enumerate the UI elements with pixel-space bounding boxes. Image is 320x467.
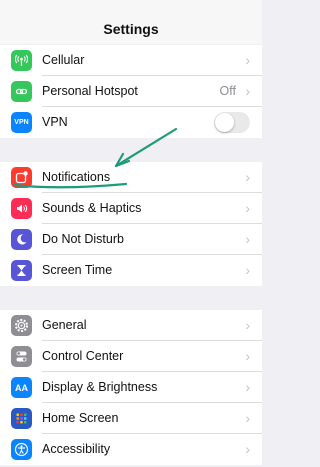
vpn-toggle[interactable] [214,112,250,133]
row-sounds-haptics[interactable]: Sounds & Haptics › [0,193,262,224]
hourglass-icon [11,260,32,281]
chevron-right-icon: › [245,348,250,364]
chevron-right-icon: › [245,169,250,185]
chevron-right-icon: › [245,317,250,333]
settings-group-notifications: Notifications › Sounds & Haptics › Do No… [0,162,262,286]
hotspot-icon [11,81,32,102]
row-label: Display & Brightness [42,380,158,394]
row-control-center[interactable]: Control Center › [0,341,262,372]
home-screen-icon [11,408,32,429]
row-label: Personal Hotspot [42,84,138,98]
row-accessibility[interactable]: Accessibility › [0,434,262,465]
display-icon-text: AA [15,382,28,393]
chevron-right-icon: › [245,83,250,99]
chevron-right-icon: › [245,52,250,68]
chevron-right-icon: › [245,262,250,278]
row-general[interactable]: General › [0,310,262,341]
gear-icon [11,315,32,336]
row-label: Notifications [42,170,111,184]
row-notifications[interactable]: Notifications › [0,162,262,193]
settings-group-connectivity: Cellular › Personal Hotspot Off › VPN VP… [0,45,262,138]
notifications-icon [11,167,32,188]
row-label: Accessibility [42,442,111,456]
row-personal-hotspot[interactable]: Personal Hotspot Off › [0,76,262,107]
row-label: Sounds & Haptics [42,201,142,215]
row-label: Do Not Disturb [42,232,124,246]
chevron-right-icon: › [245,441,250,457]
row-label: General [42,318,87,332]
row-label: Home Screen [42,411,119,425]
settings-group-general: General › Control Center › AA Display & … [0,310,262,465]
chevron-right-icon: › [245,379,250,395]
chevron-right-icon: › [245,200,250,216]
navigation-bar: Settings [0,0,262,44]
row-label: Cellular [42,53,85,67]
row-label: Control Center [42,349,124,363]
row-vpn[interactable]: VPN VPN [0,107,262,138]
row-label: Screen Time [42,263,113,277]
switches-icon [11,346,32,367]
moon-icon [11,229,32,250]
cellular-icon [11,50,32,71]
chevron-right-icon: › [245,410,250,426]
vpn-icon-text: VPN [14,119,29,126]
row-label: VPN [42,115,68,129]
toggle-knob [215,113,234,132]
display-icon: AA [11,377,32,398]
row-display-brightness[interactable]: AA Display & Brightness › [0,372,262,403]
row-home-screen[interactable]: Home Screen › [0,403,262,434]
hotspot-status-value: Off [219,84,236,98]
chevron-right-icon: › [245,231,250,247]
row-do-not-disturb[interactable]: Do Not Disturb › [0,224,262,255]
vpn-icon: VPN [11,112,32,133]
row-screen-time[interactable]: Screen Time › [0,255,262,286]
row-cellular[interactable]: Cellular › [0,45,262,76]
page-title: Settings [103,21,159,37]
accessibility-icon [11,439,32,460]
speaker-icon [11,198,32,219]
